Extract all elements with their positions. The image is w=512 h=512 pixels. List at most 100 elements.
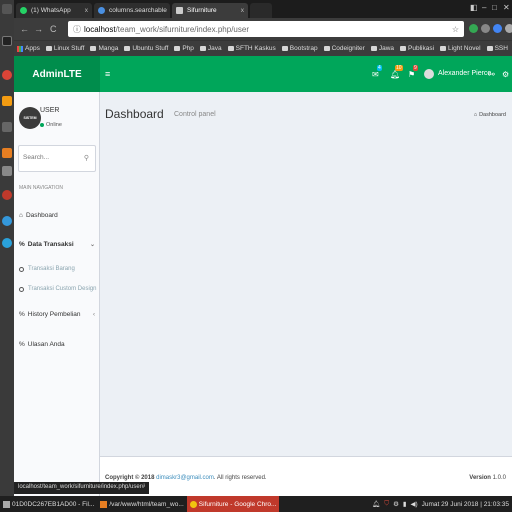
url-path: /team_work/sifurniture/index.php/user [115, 24, 249, 34]
close-window-icon[interactable]: ✕ [503, 3, 510, 12]
page-title: Dashboard [105, 107, 164, 121]
terminal-icon[interactable] [2, 36, 12, 46]
app-launcher-icon[interactable] [2, 4, 12, 14]
bookmark-folder[interactable]: Manga [90, 45, 118, 52]
online-dot-icon [40, 123, 44, 127]
window-menu-icon[interactable]: ◧ [470, 3, 478, 12]
extension-icon[interactable] [469, 24, 478, 33]
battery-icon[interactable]: ▮ [403, 500, 407, 508]
bookmark-folder[interactable]: Light Novel [440, 45, 481, 52]
bookmark-folder[interactable]: Publikasi [400, 45, 434, 52]
user-name[interactable]: Alexander Pierce [438, 70, 491, 77]
chrome-icon[interactable] [2, 70, 12, 80]
bookmark-folder[interactable]: Codeigniter [323, 45, 365, 52]
taskbar-item-files[interactable]: 01D0DC267EB1AD00 - Fil... [0, 496, 97, 512]
bookmark-folder[interactable]: Php [174, 45, 194, 52]
top-navbar: ≡ ✉ 4 🔔︎ 10 ⚑ 9 Alexander Pierce ⚯ ⚙ [100, 56, 512, 92]
maximize-icon[interactable]: □ [492, 3, 497, 12]
tab-columns-searchable[interactable]: columns.searchable x [94, 3, 170, 18]
notifications-icon[interactable]: 🔔︎ 10 [390, 65, 403, 79]
extension-icon[interactable] [493, 24, 502, 33]
bookmark-folder[interactable]: SSH [486, 45, 508, 52]
folder-icon [3, 500, 10, 508]
folder-icon [370, 46, 377, 51]
nav-header: MAIN NAVIGATION [19, 185, 63, 191]
link-icon: % [19, 341, 25, 348]
bookmark-apps[interactable]: Apps [17, 45, 40, 52]
taskbar-item-editor[interactable]: /var/www/html/team_wo... [97, 496, 186, 512]
reload-icon[interactable]: C [50, 24, 57, 34]
sidebar-item-ulasan[interactable]: % Ulasan Anda [19, 341, 95, 348]
bookmarks-bar: Apps Linux Stuff Manga Ubuntu Stuff Php … [14, 40, 512, 56]
tab-close-icon[interactable]: x [241, 7, 244, 14]
bell-icon[interactable]: 🔔︎ [372, 500, 380, 508]
folder-icon [323, 46, 330, 51]
spring-icon[interactable] [2, 148, 12, 158]
telegram-icon[interactable] [2, 238, 12, 248]
volume-icon[interactable]: ◀) [410, 500, 417, 508]
extension-icon[interactable] [481, 24, 490, 33]
circle-icon [19, 266, 24, 272]
sidebar-item-dashboard[interactable]: ⌂ Dashboard [19, 212, 95, 219]
bookmark-folder[interactable]: Ubuntu Stuff [124, 45, 168, 52]
tab-title: Sifurniture [187, 7, 217, 14]
clock[interactable]: Jumat 29 Juni 2018 | 21:03:35 [422, 501, 509, 508]
app-logo[interactable]: AdminLTE [14, 56, 100, 92]
settings-icon[interactable]: ⚙ [393, 500, 399, 508]
sidebar-username: USER [40, 107, 60, 114]
content-wrapper: Dashboard Control panel ⌂ Dashboard [100, 92, 512, 456]
browser-tab-strip: (1) WhatsApp x columns.searchable x Sifu… [14, 0, 512, 18]
bookmark-folder[interactable]: Linux Stuff [45, 45, 84, 52]
tasks-flag-icon[interactable]: ⚑ 9 [408, 65, 418, 79]
share-icon[interactable]: ⚯ [488, 70, 495, 79]
sidebar-subitem-transaksi-custom[interactable]: Transaksi Custom Design [19, 286, 96, 292]
folder-icon [90, 46, 97, 51]
back-icon[interactable]: ← [20, 24, 29, 34]
bookmark-folder[interactable]: SFTH Kaskus [227, 45, 276, 52]
sidebar-search: ⚲ [18, 145, 96, 172]
address-bar[interactable]: ⓘ localhost /team_work/sifurniture/index… [68, 21, 464, 37]
sublime-icon[interactable] [2, 96, 12, 106]
minimize-icon[interactable]: – [482, 3, 486, 12]
tab-whatsapp[interactable]: (1) WhatsApp x [16, 3, 92, 18]
bookmark-folder[interactable]: Bootstrap [281, 45, 318, 52]
page-icon [176, 7, 183, 14]
tab-sifurniture[interactable]: Sifurniture x [172, 3, 248, 18]
folder-icon [440, 46, 447, 51]
bookmark-star-icon[interactable]: ☆ [452, 25, 459, 34]
feather-icon[interactable] [2, 122, 12, 132]
messages-badge: 4 [377, 65, 382, 71]
gear-icon[interactable]: ⚙ [502, 70, 509, 79]
cloud-icon[interactable] [2, 216, 12, 226]
search-icon[interactable]: ⚲ [84, 154, 89, 162]
folder-icon [174, 46, 181, 51]
folder-icon [199, 46, 206, 51]
email-link[interactable]: dimaskr3@gmail.com [156, 475, 214, 481]
ruby-icon[interactable] [2, 190, 12, 200]
info-icon[interactable]: ⓘ [73, 24, 81, 35]
tab-close-icon[interactable]: x [85, 7, 88, 14]
taskbar-item-chrome[interactable]: Sifurniture - Google Chro... [186, 496, 280, 512]
sidebar: SISTEM USER Online ⚲ MAIN NAVIGATION ⌂ D… [14, 92, 100, 496]
breadcrumb[interactable]: ⌂ Dashboard [474, 112, 506, 118]
shield-icon[interactable]: ⛉ [384, 500, 389, 508]
whatsapp-icon [20, 7, 27, 14]
search-input[interactable] [23, 154, 79, 161]
sidebar-item-history[interactable]: % History Pembelian ‹ [19, 311, 95, 318]
tasks-badge: 9 [413, 65, 418, 71]
browser-toolbar: ← → C ⓘ localhost /team_work/sifurniture… [14, 18, 512, 40]
user-avatar[interactable] [424, 69, 434, 79]
pdf-icon[interactable] [2, 166, 12, 176]
sidebar-subitem-transaksi-barang[interactable]: Transaksi Barang [19, 266, 75, 272]
forward-icon[interactable]: → [34, 24, 43, 34]
messages-icon[interactable]: ✉ 4 [372, 65, 382, 79]
menu-toggle-icon[interactable]: ≡ [105, 69, 110, 79]
bookmark-folder[interactable]: Jawa [370, 45, 394, 52]
new-tab-button[interactable] [250, 3, 272, 18]
sidebar-item-data-transaksi[interactable]: % Data Transaksi ⌄ [19, 241, 95, 248]
profile-icon[interactable] [505, 24, 512, 33]
bookmark-folder[interactable]: Java [199, 45, 222, 52]
status-url-bubble: localhost/team_work/sifurniture/index.ph… [14, 482, 150, 494]
dashboard-icon: ⌂ [19, 212, 23, 219]
folder-icon [124, 46, 131, 51]
